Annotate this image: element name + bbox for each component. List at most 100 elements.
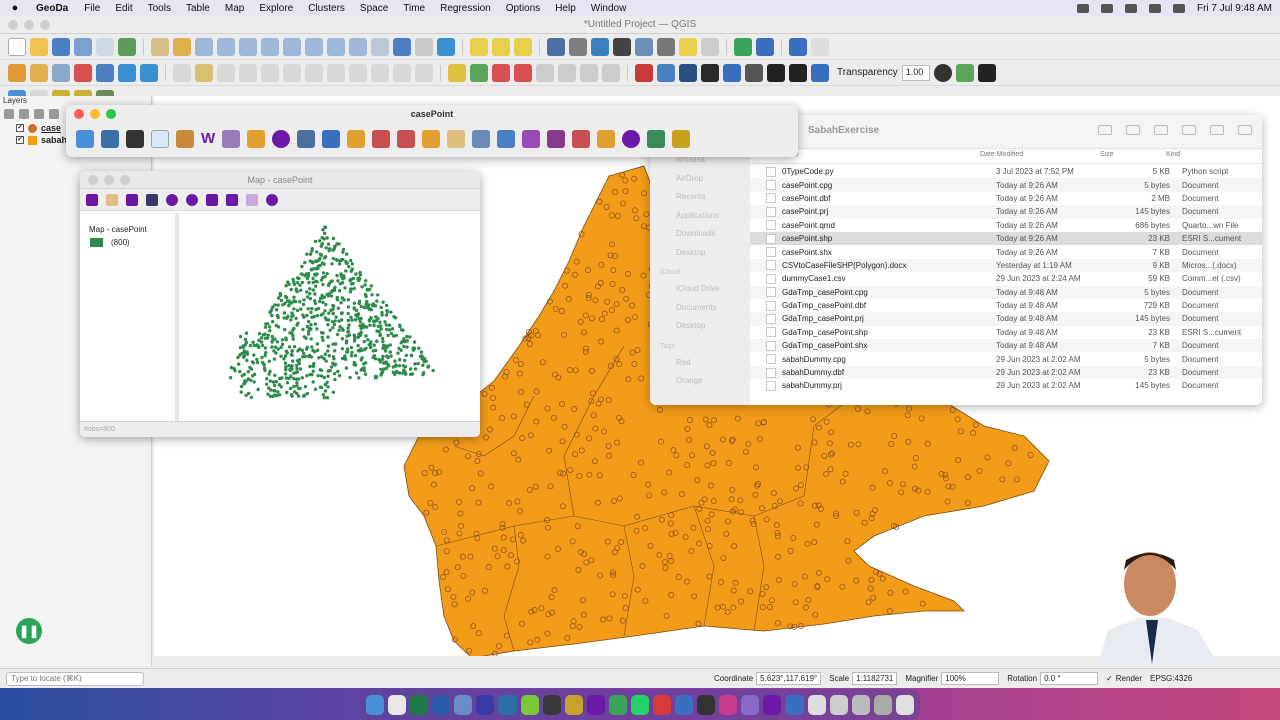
rotate-label-icon[interactable] [580, 63, 598, 82]
3d-plot-icon[interactable] [447, 130, 465, 148]
file-row[interactable]: sabahDummy.prj 29 Jun 2023 at 2:02 AM 145 … [750, 379, 1262, 392]
pin-label-icon[interactable] [514, 63, 532, 82]
statistics-sigma-icon[interactable] [613, 37, 631, 56]
menu-options[interactable]: Options [506, 3, 540, 14]
open-folder-icon[interactable] [76, 130, 94, 148]
app-v-icon[interactable] [476, 694, 495, 715]
basemap-icon[interactable] [246, 193, 258, 206]
spatial-query-icon[interactable] [701, 63, 719, 82]
file-row[interactable]: casePoint.dbf Today at 9:26 AM 2 MB Documen… [750, 192, 1262, 205]
add-group-icon[interactable] [19, 109, 29, 119]
finder-icon[interactable] [366, 694, 385, 715]
weights-manager-icon[interactable]: W [201, 130, 215, 148]
sidebar-item-recents[interactable]: Recents [650, 188, 750, 207]
zoom-layer-icon[interactable] [283, 37, 301, 56]
scale-field[interactable]: 1:1182731 [852, 672, 898, 685]
trash-icon[interactable] [895, 694, 914, 715]
wifi-icon[interactable] [1124, 3, 1137, 13]
manage-visibility-icon[interactable] [34, 109, 44, 119]
style-manager-icon[interactable] [118, 37, 136, 56]
zoom-out-icon[interactable] [217, 37, 235, 56]
zoom-next-icon[interactable] [349, 37, 367, 56]
infinity-app-icon[interactable] [498, 694, 517, 715]
save-edits-icon[interactable] [96, 63, 114, 82]
sidebar-item-icloud-desktop[interactable]: Desktop [650, 317, 750, 336]
full-extent-icon[interactable] [226, 193, 238, 206]
menu-edit[interactable]: Edit [115, 3, 132, 14]
annotation-icon[interactable] [679, 37, 697, 56]
menubar-clock[interactable]: Fri 7 Jul 9:48 AM [1197, 3, 1272, 14]
open-layer-styling-icon[interactable] [4, 109, 14, 119]
save-project-icon[interactable] [52, 37, 70, 56]
save-as-icon[interactable] [74, 37, 92, 56]
save-icon[interactable] [126, 130, 144, 148]
magnifier-field[interactable]: 100% [941, 672, 1000, 685]
menu-time[interactable]: Time [403, 3, 425, 14]
excel-icon[interactable] [410, 694, 429, 715]
select-features-icon[interactable] [470, 37, 488, 56]
bubble-chart-icon[interactable] [297, 130, 315, 148]
save-disk-icon[interactable] [789, 63, 807, 82]
python-console-icon[interactable] [756, 37, 774, 56]
new-project-icon[interactable] [8, 37, 26, 56]
deselect-icon[interactable] [514, 37, 532, 56]
preview-icon[interactable] [807, 694, 826, 715]
coordinate-field[interactable]: 5.623°,117.619° [756, 672, 822, 685]
gauge-icon[interactable] [745, 63, 763, 82]
table-icon[interactable] [151, 130, 169, 148]
share-icon[interactable] [1154, 125, 1168, 135]
apple-menu-icon[interactable]: ● [8, 2, 22, 14]
layers-icon[interactable] [146, 193, 158, 206]
toggle-edit-icon[interactable] [74, 63, 92, 82]
column-date-modified[interactable]: Date Modified [980, 151, 1100, 163]
word-icon[interactable] [432, 694, 451, 715]
app-grey-icon[interactable] [851, 694, 870, 715]
tag-icon[interactable] [1182, 125, 1196, 135]
geoda-2-icon[interactable] [763, 694, 782, 715]
app-circle-icon[interactable] [608, 694, 627, 715]
control-center-icon[interactable] [1172, 3, 1185, 13]
pan-to-selection-icon[interactable] [173, 37, 191, 56]
file-row[interactable]: dummyCase1.csv 29 Jun 2023 at 2:24 AM 59 K… [750, 272, 1262, 285]
whatsapp-icon[interactable] [630, 694, 650, 715]
python-icon[interactable] [723, 63, 741, 82]
zoom-last-icon[interactable] [327, 37, 345, 56]
sidebar-tag-orange[interactable]: Orange [650, 372, 750, 391]
file-row[interactable]: GdaTmp_casePoint.prj Today at 9:48 AM 145 … [750, 312, 1262, 326]
sidebar-item-airdrop[interactable]: AirDrop [650, 170, 750, 189]
view-options-icon[interactable] [1098, 125, 1112, 135]
menu-regression[interactable]: Regression [440, 3, 491, 14]
app-dark-icon[interactable] [542, 694, 561, 715]
search-icon[interactable] [1238, 125, 1252, 135]
help-icon[interactable] [789, 37, 807, 56]
pan-map-icon[interactable] [151, 37, 169, 56]
transparency-icon[interactable] [811, 63, 829, 82]
menu-explore[interactable]: Explore [259, 3, 293, 14]
time-clock-icon[interactable] [622, 130, 640, 148]
regression-r-icon[interactable] [672, 130, 690, 148]
label-tool-icon[interactable] [470, 63, 488, 82]
app-menu[interactable]: GeoDa [36, 3, 68, 14]
label-icon[interactable] [448, 63, 466, 82]
geoda-icon[interactable] [586, 694, 605, 715]
select-by-value-icon[interactable] [492, 37, 510, 56]
averages-chart-icon[interactable] [597, 130, 615, 148]
pan-icon[interactable] [206, 193, 218, 206]
qgis-icon[interactable] [564, 694, 583, 715]
refresh-icon[interactable] [437, 37, 455, 56]
print-layout-icon[interactable] [96, 37, 114, 56]
app-zoom-icon[interactable] [785, 694, 804, 715]
file-row[interactable]: casePoint.cpg Today at 9:26 AM 5 bytes Docu… [750, 178, 1262, 192]
file-row[interactable]: GdaTmp_casePoint.shx Today at 9:48 AM 7 KB… [750, 339, 1262, 353]
zoom-full-icon[interactable] [239, 37, 257, 56]
filter-legend-icon[interactable] [49, 109, 59, 119]
identify-icon[interactable] [547, 37, 565, 56]
box-plot-icon[interactable] [347, 130, 365, 148]
menu-map[interactable]: Map [225, 3, 244, 14]
hexagon-icon[interactable] [635, 63, 653, 82]
menu-tools[interactable]: Tools [148, 3, 171, 14]
zoom-in-icon[interactable] [166, 193, 178, 206]
search-icon[interactable] [1148, 3, 1161, 13]
file-row[interactable]: casePoint.shp Today at 9:26 AM 23 KB ESRI S… [750, 231, 1262, 246]
earth-icon[interactable] [933, 63, 952, 82]
